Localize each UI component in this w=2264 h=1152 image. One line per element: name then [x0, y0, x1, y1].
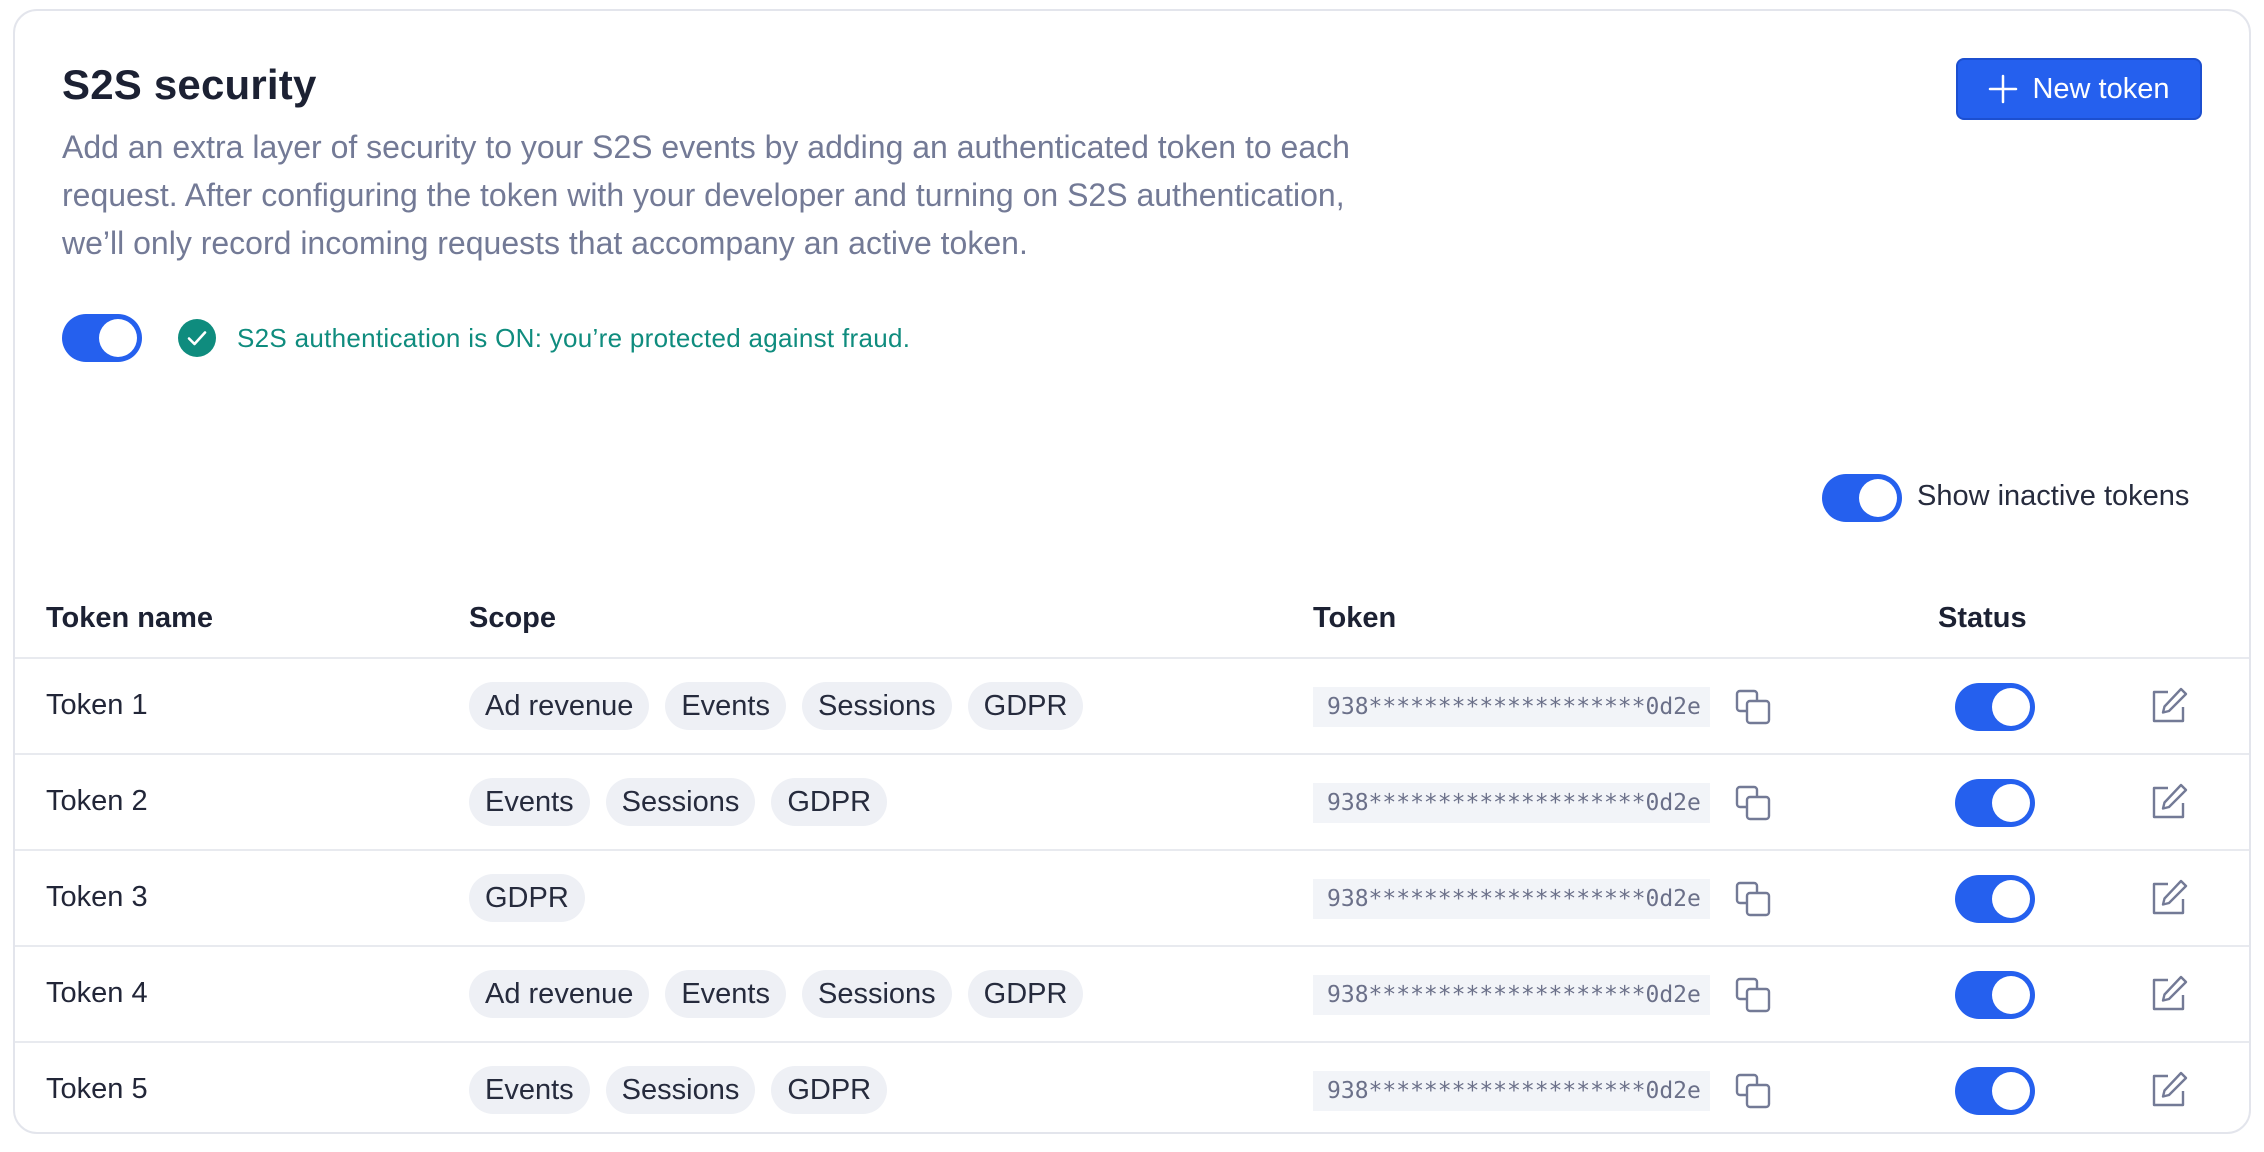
edit-icon[interactable]: [2148, 877, 2190, 919]
scope-list: Events Sessions GDPR: [469, 1066, 888, 1114]
scope-chip: Sessions: [605, 1066, 756, 1114]
scope-chip: GDPR: [771, 1066, 888, 1114]
scope-list: GDPR: [469, 874, 585, 922]
copy-icon[interactable]: [1733, 975, 1773, 1015]
token-value: 938********************0d2e: [1313, 1071, 1710, 1111]
auth-status-text: S2S authentication is ON: you’re protect…: [237, 323, 911, 353]
copy-icon[interactable]: [1733, 687, 1773, 727]
token-status-toggle[interactable]: [1955, 1067, 2035, 1115]
table-row: Token 3 GDPR 938********************0d2e: [15, 849, 2249, 945]
scope-chip: GDPR: [967, 970, 1084, 1018]
token-name: Token 4: [46, 977, 148, 1009]
token-value: 938********************0d2e: [1313, 975, 1710, 1015]
scope-chip: Ad revenue: [469, 970, 650, 1018]
scope-chip: Events: [469, 1066, 590, 1114]
column-header-token: Token: [1313, 602, 1397, 634]
copy-icon[interactable]: [1733, 879, 1773, 919]
edit-icon[interactable]: [2148, 1069, 2190, 1111]
column-header-status: Status: [1938, 602, 2027, 634]
edit-icon[interactable]: [2148, 685, 2190, 727]
scope-chip: Events: [469, 778, 590, 826]
copy-icon[interactable]: [1733, 1071, 1773, 1111]
s2s-auth-toggle[interactable]: [62, 314, 142, 362]
scope-list: Events Sessions GDPR: [469, 778, 888, 826]
scope-list: Ad revenue Events Sessions GDPR: [469, 970, 1084, 1018]
scope-chip: Events: [665, 682, 786, 730]
scope-chip: GDPR: [469, 874, 585, 922]
s2s-security-card: S2S security Add an extra layer of secur…: [13, 9, 2251, 1134]
table-row: Token 5 Events Sessions GDPR 938**********…: [15, 1041, 2249, 1132]
show-inactive-toggle[interactable]: [1822, 474, 1902, 522]
token-value: 938********************0d2e: [1313, 687, 1710, 727]
show-inactive-label: Show inactive tokens: [1917, 480, 2190, 512]
scope-list: Ad revenue Events Sessions GDPR: [469, 682, 1084, 730]
table-row: Token 1 Ad revenue Events Sessions GDPR 938…: [15, 657, 2249, 753]
copy-icon[interactable]: [1733, 783, 1773, 823]
edit-icon[interactable]: [2148, 973, 2190, 1015]
token-status-toggle[interactable]: [1955, 971, 2035, 1019]
column-header-scope: Scope: [469, 602, 557, 634]
scope-chip: Events: [665, 970, 786, 1018]
page-description: Add an extra layer of security to your S…: [62, 129, 1350, 261]
scope-chip: Sessions: [802, 970, 952, 1018]
token-name: Token 2: [46, 785, 148, 817]
scope-chip: GDPR: [771, 778, 888, 826]
table-row: Token 2 Events Sessions GDPR 938**********…: [15, 753, 2249, 849]
new-token-label: New token: [2032, 72, 2170, 105]
token-name: Token 1: [46, 689, 148, 721]
token-status-toggle[interactable]: [1955, 875, 2035, 923]
scope-chip: GDPR: [967, 682, 1084, 730]
page-title: S2S security: [62, 61, 317, 108]
check-circle-icon: [178, 319, 216, 357]
plus-icon: [1989, 74, 2018, 104]
token-value: 938********************0d2e: [1313, 879, 1710, 919]
token-status-toggle[interactable]: [1955, 779, 2035, 827]
scope-chip: Sessions: [605, 778, 756, 826]
token-value: 938********************0d2e: [1313, 783, 1710, 823]
token-name: Token 5: [46, 1073, 148, 1105]
token-name: Token 3: [46, 881, 148, 913]
scope-chip: Ad revenue: [469, 682, 650, 730]
scope-chip: Sessions: [802, 682, 952, 730]
new-token-button[interactable]: New token: [1956, 58, 2202, 120]
edit-icon[interactable]: [2148, 781, 2190, 823]
table-row: Token 4 Ad revenue Events Sessions GDPR 938…: [15, 945, 2249, 1041]
token-status-toggle[interactable]: [1955, 683, 2035, 731]
column-header-name: Token name: [46, 602, 214, 634]
